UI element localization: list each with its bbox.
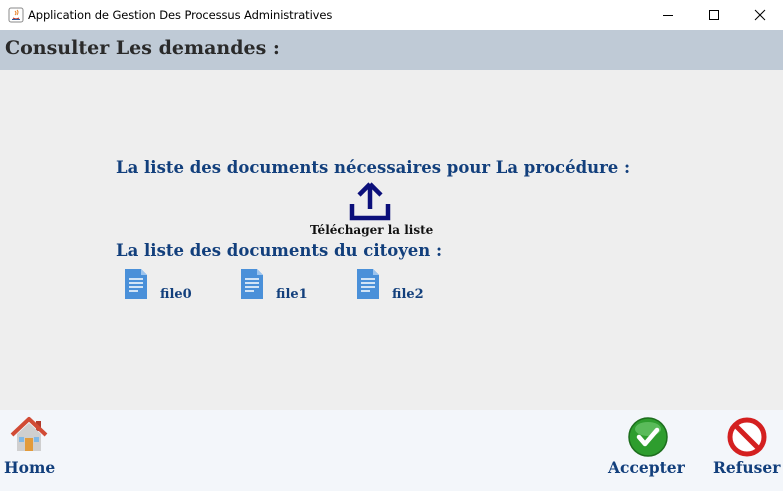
- download-list-button[interactable]: Téléchager la liste: [310, 223, 433, 237]
- window-titlebar: Application de Gestion Des Processus Adm…: [0, 0, 783, 30]
- check-icon[interactable]: [627, 416, 669, 458]
- forbidden-icon[interactable]: [726, 416, 768, 458]
- file-link-1[interactable]: file1: [276, 287, 308, 302]
- minimize-button[interactable]: [645, 0, 691, 30]
- document-icon[interactable]: [355, 268, 381, 300]
- refuse-button[interactable]: Refuser: [713, 458, 780, 477]
- file-link-2[interactable]: file2: [392, 287, 424, 302]
- close-button[interactable]: [737, 0, 783, 30]
- main-content: [0, 70, 783, 410]
- maximize-icon: [709, 10, 719, 20]
- file-link-0[interactable]: file0: [160, 287, 192, 302]
- citizen-docs-label: La liste des documents du citoyen :: [116, 241, 443, 260]
- page-header: Consulter Les demandes :: [0, 30, 783, 70]
- close-icon: [754, 9, 766, 21]
- java-app-icon: [8, 7, 24, 23]
- page-title: Consulter Les demandes :: [5, 37, 280, 59]
- document-icon[interactable]: [123, 268, 149, 300]
- home-icon[interactable]: [9, 416, 49, 454]
- upload-icon[interactable]: [348, 180, 392, 224]
- maximize-button[interactable]: [691, 0, 737, 30]
- window-title: Application de Gestion Des Processus Adm…: [28, 8, 333, 22]
- home-button[interactable]: Home: [4, 458, 55, 477]
- minimize-icon: [663, 15, 673, 16]
- required-docs-label: La liste des documents nécessaires pour …: [116, 158, 631, 177]
- document-icon[interactable]: [239, 268, 265, 300]
- accept-button[interactable]: Accepter: [608, 458, 685, 477]
